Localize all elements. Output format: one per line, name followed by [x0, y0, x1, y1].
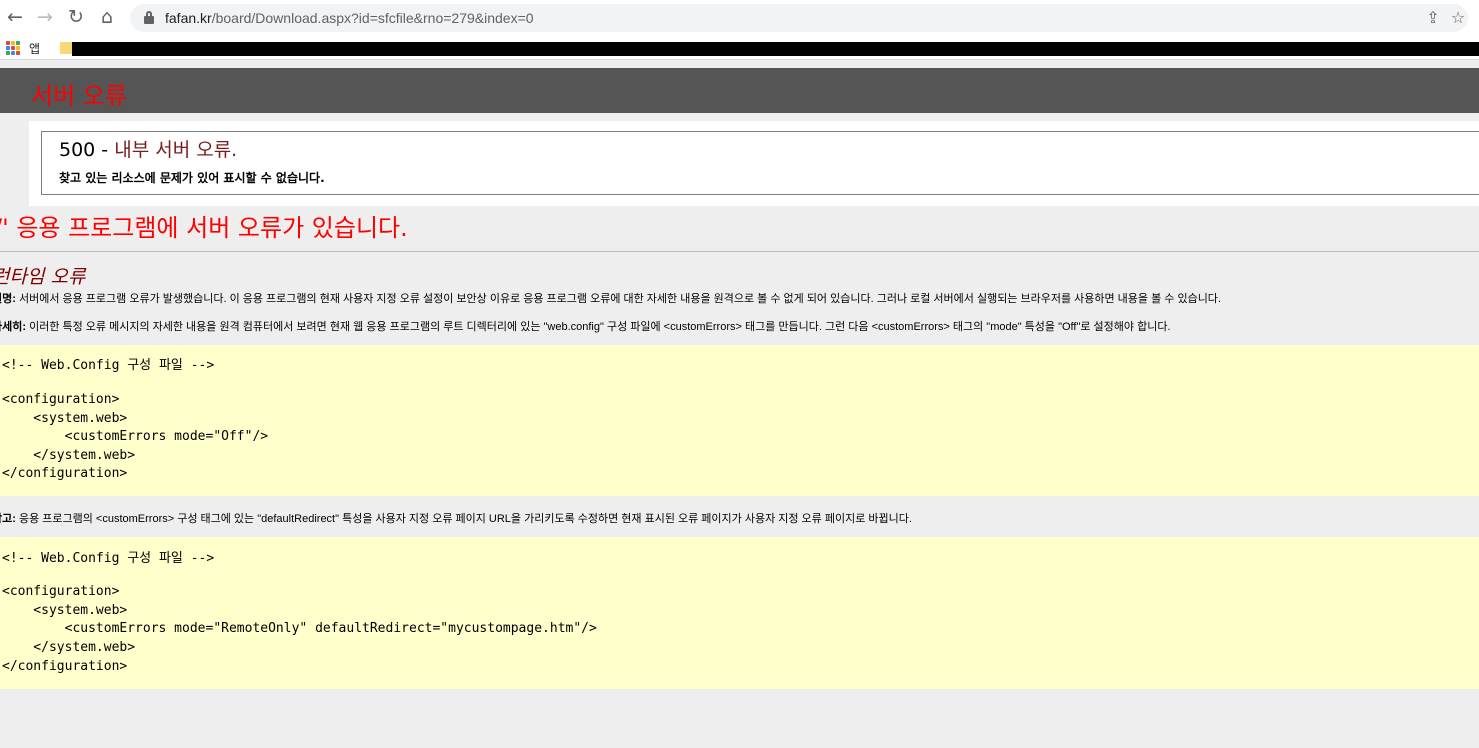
- code-line: <system.web>: [2, 411, 128, 426]
- redacted-bookmarks: [72, 42, 1479, 56]
- error-title: 내부 서버 오류.: [108, 139, 238, 161]
- address-bar[interactable]: fafan.kr/board/Download.aspx?id=sfcfile&…: [130, 4, 1468, 32]
- apps-grid-dot: [16, 41, 20, 45]
- description-paragraph: 설명: 서버에서 응용 프로그램 오류가 발생했습니다. 이 응용 프로그램의 …: [0, 290, 1221, 306]
- apps-label[interactable]: 앱: [29, 40, 40, 57]
- code-line: <customErrors mode="RemoteOnly" defaultR…: [2, 621, 597, 636]
- bookmark-folder-icon[interactable]: [60, 42, 72, 54]
- details-label: 자세히:: [0, 321, 27, 333]
- bookmark-star-icon[interactable]: ☆: [1448, 8, 1468, 28]
- code-line: </system.web>: [2, 448, 136, 463]
- apps-grid-dot: [16, 46, 20, 50]
- details-text: 이러한 특정 오류 메시지의 자세한 내용을 원격 컴퓨터에서 보려면 현재 웹…: [26, 321, 1171, 333]
- note-text: 응용 프로그램의 <customErrors> 구성 태그에 있는 "defau…: [15, 513, 912, 525]
- forward-arrow-icon[interactable]: →: [33, 5, 57, 29]
- divider: [0, 251, 1479, 252]
- apps-grid-dot: [6, 41, 10, 45]
- code-line: </configuration>: [2, 659, 128, 674]
- url-path: /board/Download.aspx?id=sfcfile&rno=279&…: [211, 10, 534, 26]
- code-line: </configuration>: [2, 466, 128, 481]
- banner-title: 서버 오류: [31, 82, 127, 110]
- error-heading: 500 - 내부 서버 오류.: [59, 135, 237, 162]
- code-line: <system.web>: [2, 603, 128, 618]
- app-error-heading: /' 응용 프로그램에 서버 오류가 있습니다.: [0, 214, 408, 242]
- lock-icon[interactable]: [144, 11, 154, 25]
- url-text[interactable]: fafan.kr/board/Download.aspx?id=sfcfile&…: [165, 10, 534, 26]
- share-icon[interactable]: ⇪: [1423, 8, 1443, 28]
- apps-grid-dot: [6, 46, 10, 50]
- code-line: </system.web>: [2, 640, 136, 655]
- apps-grid-dot: [6, 51, 10, 55]
- note-paragraph: 참고: 응용 프로그램의 <customErrors> 구성 태그에 있는 "d…: [0, 510, 912, 526]
- code-line: <!-- Web.Config 구성 파일 -->: [2, 358, 215, 373]
- description-text: 서버에서 응용 프로그램 오류가 발생했습니다. 이 응용 프로그램의 현재 사…: [15, 293, 1221, 305]
- back-arrow-icon[interactable]: ←: [3, 5, 27, 29]
- runtime-error-heading: 런타임 오류: [0, 266, 86, 288]
- apps-grid-icon[interactable]: [6, 41, 20, 55]
- code-block-off: <!-- Web.Config 구성 파일 --> <configuration…: [0, 345, 1479, 496]
- code-line: <configuration>: [2, 392, 120, 407]
- apps-grid-dot: [11, 51, 15, 55]
- error-subtitle: 찾고 있는 리소스에 문제가 있어 표시할 수 없습니다.: [59, 171, 325, 185]
- home-icon[interactable]: ⌂: [95, 5, 119, 29]
- note-label: 참고:: [0, 513, 16, 525]
- error-code: 500 -: [59, 139, 109, 161]
- description-label: 설명:: [0, 293, 16, 305]
- code-block-remote: <!-- Web.Config 구성 파일 --> <configuration…: [0, 537, 1479, 689]
- details-paragraph: 자세히: 이러한 특정 오류 메시지의 자세한 내용을 원격 컴퓨터에서 보려면…: [0, 318, 1171, 334]
- browser-toolbar: ← → ↻ ⌂ fafan.kr/board/Download.aspx?id=…: [0, 0, 1479, 36]
- code-line: <customErrors mode="Off"/>: [2, 429, 269, 444]
- url-host: fafan.kr: [165, 10, 212, 26]
- apps-grid-dot: [11, 41, 15, 45]
- error-banner: 서버 오류: [0, 68, 1479, 113]
- code-line: <configuration>: [2, 584, 120, 599]
- error-content-frame: 500 - 내부 서버 오류. 찾고 있는 리소스에 문제가 있어 표시할 수 …: [29, 121, 1479, 206]
- error-content-box: 500 - 내부 서버 오류. 찾고 있는 리소스에 문제가 있어 표시할 수 …: [41, 131, 1479, 195]
- code-line: <!-- Web.Config 구성 파일 -->: [2, 551, 215, 566]
- reload-icon[interactable]: ↻: [64, 5, 88, 29]
- apps-grid-dot: [11, 46, 15, 50]
- apps-grid-dot: [16, 51, 20, 55]
- bookmarks-bar: 앱: [0, 36, 1479, 60]
